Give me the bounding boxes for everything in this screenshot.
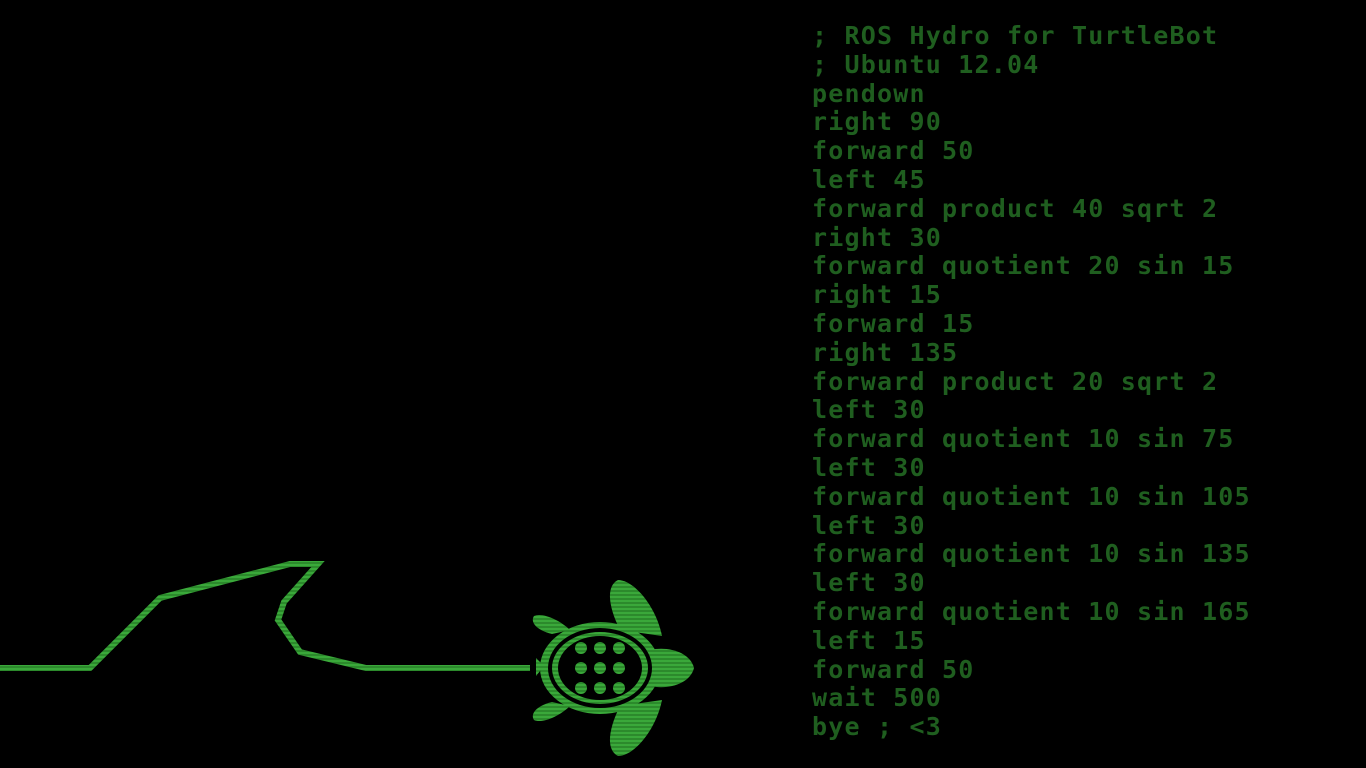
code-line: forward quotient 10 sin 75 bbox=[812, 424, 1235, 454]
turtle-trail bbox=[0, 561, 530, 671]
code-line: forward quotient 10 sin 105 bbox=[812, 481, 1251, 511]
code-line: forward quotient 20 sin 15 bbox=[812, 251, 1235, 281]
code-line: forward quotient 10 sin 135 bbox=[812, 539, 1251, 569]
code-line: right 135 bbox=[812, 337, 959, 367]
code-line: right 15 bbox=[812, 280, 943, 310]
code-line: left 45 bbox=[812, 164, 926, 194]
code-line: left 15 bbox=[812, 625, 926, 655]
code-line: right 30 bbox=[812, 222, 943, 252]
code-line: forward product 40 sqrt 2 bbox=[812, 193, 1219, 223]
code-line: left 30 bbox=[812, 568, 926, 598]
code-line: forward 50 bbox=[812, 654, 975, 684]
code-line: pendown bbox=[812, 78, 926, 108]
turtle-canvas bbox=[0, 561, 694, 756]
code-line: left 30 bbox=[812, 510, 926, 540]
code-line: ; ROS Hydro for TurtleBot bbox=[812, 21, 1219, 50]
code-line: right 90 bbox=[812, 107, 943, 137]
code-line: bye ; <3 bbox=[812, 712, 943, 742]
code-line: forward product 20 sqrt 2 bbox=[812, 366, 1219, 396]
code-line: forward 15 bbox=[812, 308, 975, 338]
turtle-icon bbox=[532, 580, 694, 756]
turtle-shell-spots bbox=[575, 642, 625, 694]
code-line: forward quotient 10 sin 165 bbox=[812, 596, 1251, 626]
logo-screen: ; ROS Hydro for TurtleBot ; Ubuntu 12.04… bbox=[0, 0, 1366, 768]
code-line: left 30 bbox=[812, 395, 926, 425]
code-line: forward 50 bbox=[812, 136, 975, 166]
code-line: ; Ubuntu 12.04 bbox=[812, 49, 1040, 79]
code-line: wait 500 bbox=[812, 683, 943, 713]
code-line: left 30 bbox=[812, 452, 926, 482]
program-listing: ; ROS Hydro for TurtleBot ; Ubuntu 12.04… bbox=[812, 21, 1251, 742]
